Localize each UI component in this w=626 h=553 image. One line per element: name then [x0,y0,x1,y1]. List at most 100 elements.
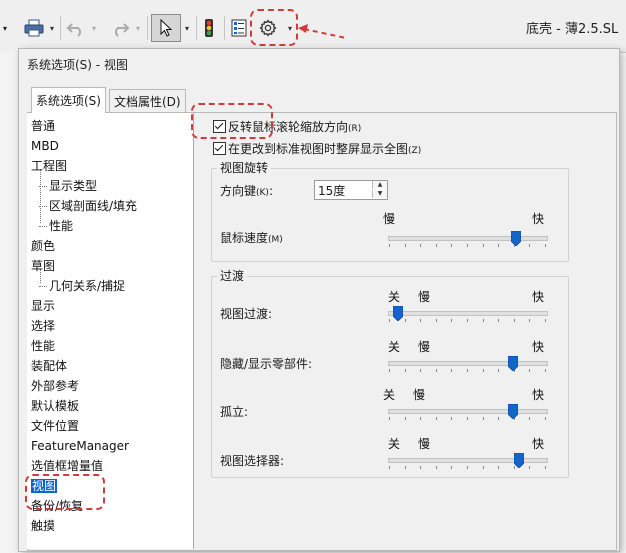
redo-dropdown[interactable]: ▾ [133,14,143,42]
transition-slider-tick [467,319,468,322]
tree-item[interactable]: 显示 [31,297,55,315]
mouse-speed-slider-tick [436,244,437,247]
transition-slider-thumb[interactable] [393,306,403,321]
cursor-arrow-icon[interactable] [151,14,181,42]
transition-slider-track[interactable] [388,361,548,366]
tab-system-options[interactable]: 系统选项(S) [31,87,106,113]
transition-off-label: 关 [388,437,401,451]
tree-item[interactable]: 触摸 [31,517,55,535]
tree-item[interactable]: FeatureManager [31,437,129,455]
transition-slider[interactable] [388,453,548,469]
tree-item-label: 外部参考 [31,379,80,393]
transition-slider-track[interactable] [388,311,548,316]
rotation-fast-label: 快 [532,212,545,226]
transition-slider-tick [405,417,406,420]
undo-icon[interactable] [64,14,88,42]
tree-item[interactable]: 颜色 [31,237,55,255]
system-options-dialog: 系统选项(S) - 视图 系统选项(S) 文档属性(D) 普通 MBD 工程图显示类… [18,48,620,552]
traffic-light-icon[interactable] [199,14,219,42]
select-dropdown[interactable]: ▾ [182,14,192,42]
tree-item-label: 区域剖面线/填充 [49,199,138,213]
mouse-speed-slider-tick [483,244,484,247]
transition-slider-tick [545,319,546,322]
toolbar-overflow-dropdown[interactable]: ▾ [0,14,10,42]
transition-slider-tick [467,369,468,372]
transition-slider-tick [545,417,546,420]
transition-slider-track[interactable] [388,458,548,463]
tree-item-label: 工程图 [31,159,68,173]
transition-slider-tick [529,417,530,420]
transition-slider[interactable] [388,356,548,372]
tree-item[interactable]: 选择 [31,317,55,335]
transition-off-label: 关 [388,340,401,354]
printer-icon[interactable] [22,14,46,42]
tree-item-label: 显示 [31,299,56,313]
transition-slider-thumb[interactable] [514,453,524,468]
transition-slider-tick [389,417,390,420]
transition-slider-tick [405,369,406,372]
spin-up-button[interactable]: ▲ [372,181,387,189]
transition-slider-tick [483,417,484,420]
tree-item[interactable]: 默认模板 [31,397,79,415]
transition-slider-tick [545,369,546,372]
transition-slider-thumb[interactable] [508,356,518,371]
tree-item-label: MBD [31,139,59,153]
transition-fast-label: 快 [532,388,545,402]
transition-slider-thumb[interactable] [508,404,518,419]
tree-item[interactable]: 选值框增量值 [31,457,103,475]
tree-item[interactable]: 区域剖面线/填充 [38,197,138,215]
mouse-speed-slider-tick [420,244,421,247]
mouse-speed-slider-thumb[interactable] [511,231,521,246]
arrow-keys-spinbox[interactable]: 15度 ▲ ▼ [314,180,388,200]
transition-slider-tick [514,319,515,322]
transition-slider[interactable] [388,404,548,420]
transition-slider-track[interactable] [388,409,548,414]
transition-slider-tick [498,319,499,322]
mouse-speed-slider-track[interactable] [388,236,548,241]
transition-slow-label: 慢 [418,437,431,451]
transition-slider-tick [420,369,421,372]
mouse-speed-slider-tick [498,244,499,247]
transition-slider-tick [420,319,421,322]
tree-item[interactable]: 外部参考 [31,377,79,395]
tree-item[interactable]: 性能 [31,337,55,355]
tree-item[interactable]: 装配体 [31,357,67,375]
tree-item[interactable]: 显示类型 [38,177,97,195]
arrow-keys-value[interactable]: 15度 [318,182,345,199]
tree-item[interactable]: 工程图 [31,157,67,175]
zoom-to-fit-checkbox[interactable] [213,142,226,155]
transition-slider[interactable] [388,306,548,322]
tree-item-label: 普通 [31,119,56,133]
mouse-speed-slider[interactable] [388,231,548,247]
spin-down-button[interactable]: ▼ [372,190,387,198]
tree-item[interactable]: 普通 [31,117,55,135]
mouse-speed-slider-tick [451,244,452,247]
tab-label: 文档属性(D) [114,94,181,109]
tree-item-label: 文件位置 [31,419,80,433]
mouse-speed-label: 鼠标速度(M) [220,231,283,245]
tab-label: 系统选项(S) [36,94,101,108]
tree-item-label: 性能 [49,219,74,233]
tree-item[interactable]: 文件位置 [31,417,79,435]
tree-item[interactable]: MBD [31,137,59,155]
file-properties-icon[interactable] [228,14,250,42]
tree-item[interactable]: 草图 [31,257,55,275]
transition-slider-tick [498,466,499,469]
tree-item[interactable]: 性能 [38,217,74,235]
dialog-title: 系统选项(S) - 视图 [27,58,128,72]
print-dropdown[interactable]: ▾ [47,14,57,42]
undo-dropdown[interactable]: ▾ [89,14,99,42]
tree-item[interactable]: 几何关系/捕捉 [38,277,125,295]
transition-off-label: 关 [388,290,401,304]
transition-slider-tick [483,369,484,372]
tree-item-label: 默认模板 [31,399,80,413]
transition-slider-tick [529,369,530,372]
tab-document-properties[interactable]: 文档属性(D) [109,89,186,112]
transition-slow-label: 慢 [418,290,431,304]
app-background-strip [0,52,18,553]
redo-icon[interactable] [108,14,132,42]
zoom-to-fit-label[interactable]: 在更改到标准视图时整屏显示全图(Z) [228,140,421,157]
transition-slider-tick [483,466,484,469]
tree-item-label: FeatureManager [31,439,129,453]
transition-slider-tick [405,319,406,322]
